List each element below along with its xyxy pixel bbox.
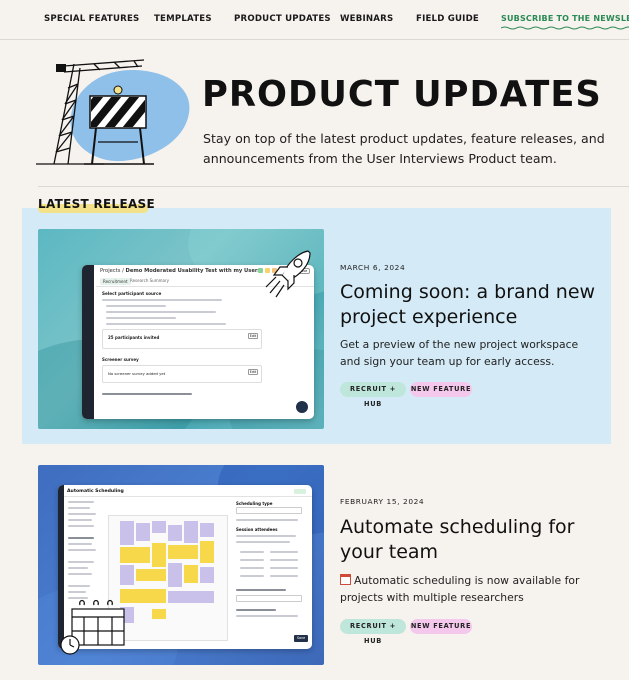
scheduling-heading: Automatic Scheduling (67, 489, 124, 494)
post-description-2: Automatic scheduling is now available fo… (340, 572, 616, 606)
page-title: PRODUCT UPDATES (202, 74, 602, 115)
tag-recruit-hub-2[interactable]: RECRUIT + HUB (340, 619, 406, 645)
post-description: Get a preview of the new project workspa… (340, 338, 579, 368)
tag-new-feature-2[interactable]: NEW FEATURE (410, 619, 472, 634)
calendar-illustration (60, 599, 125, 655)
breadcrumb: Projects / (100, 268, 124, 274)
section-heading: Select participant source (102, 291, 162, 296)
screener-heading: Screener survey (102, 357, 139, 362)
participants-invited: 25 participants invited (108, 335, 160, 340)
calendar-emoji-icon (340, 574, 351, 585)
app-sidebar (82, 265, 94, 419)
post-description-2-text: Automatic scheduling is now available fo… (340, 574, 580, 604)
post-date: MARCH 6, 2024 (340, 263, 406, 272)
subscribe-newsletter-link[interactable]: Subscribe to the Newsletter (501, 14, 629, 30)
section-label: LATEST RELEASE (38, 197, 155, 211)
page-subtitle: Stay on top of the latest product update… (203, 131, 605, 166)
top-nav: Special Features Templates Product Updat… (0, 0, 629, 40)
tag-recruit-hub[interactable]: RECRUIT + HUB (340, 382, 406, 408)
construction-barrier-illustration (36, 59, 154, 165)
edit-button-2: Edit (248, 369, 258, 375)
no-screener-text: No screener survey added yet (108, 371, 166, 376)
tab-recruitment: Recruitment (100, 278, 131, 285)
nav-product-updates[interactable]: Product Updates (234, 14, 331, 24)
post-thumbnail-automatic-scheduling[interactable]: Automatic Scheduling Scheduling type Ses… (38, 465, 324, 665)
section-divider (38, 186, 629, 187)
post-title[interactable]: Coming soon: a brand new project experie… (340, 280, 610, 330)
squiggle-underline-icon (501, 26, 629, 30)
rocket-illustration (265, 250, 311, 298)
post-title-2[interactable]: Automate scheduling for your team (340, 515, 610, 565)
save-button: Save (294, 635, 308, 642)
tag-new-feature[interactable]: NEW FEATURE (410, 382, 472, 397)
scheduling-type-label: Scheduling type (236, 501, 273, 506)
subscribe-label: Subscribe to the Newsletter (501, 14, 629, 23)
nav-field-guide[interactable]: Field Guide (416, 14, 479, 24)
session-attendees-label: Session attendees (236, 527, 278, 532)
nav-templates[interactable]: Templates (154, 14, 212, 24)
nav-webinars[interactable]: Webinars (340, 14, 393, 24)
edit-button: Edit (248, 333, 258, 339)
tab-research-summary: Research Summary (130, 278, 169, 283)
post-thumbnail-project-experience[interactable]: Projects / Demo Moderated Usability Test… (38, 229, 324, 429)
post-date-2: FEBRUARY 15, 2024 (340, 497, 425, 506)
project-name: Demo Moderated Usability Test with my Us… (125, 268, 261, 274)
nav-special-features[interactable]: Special Features (44, 14, 139, 24)
